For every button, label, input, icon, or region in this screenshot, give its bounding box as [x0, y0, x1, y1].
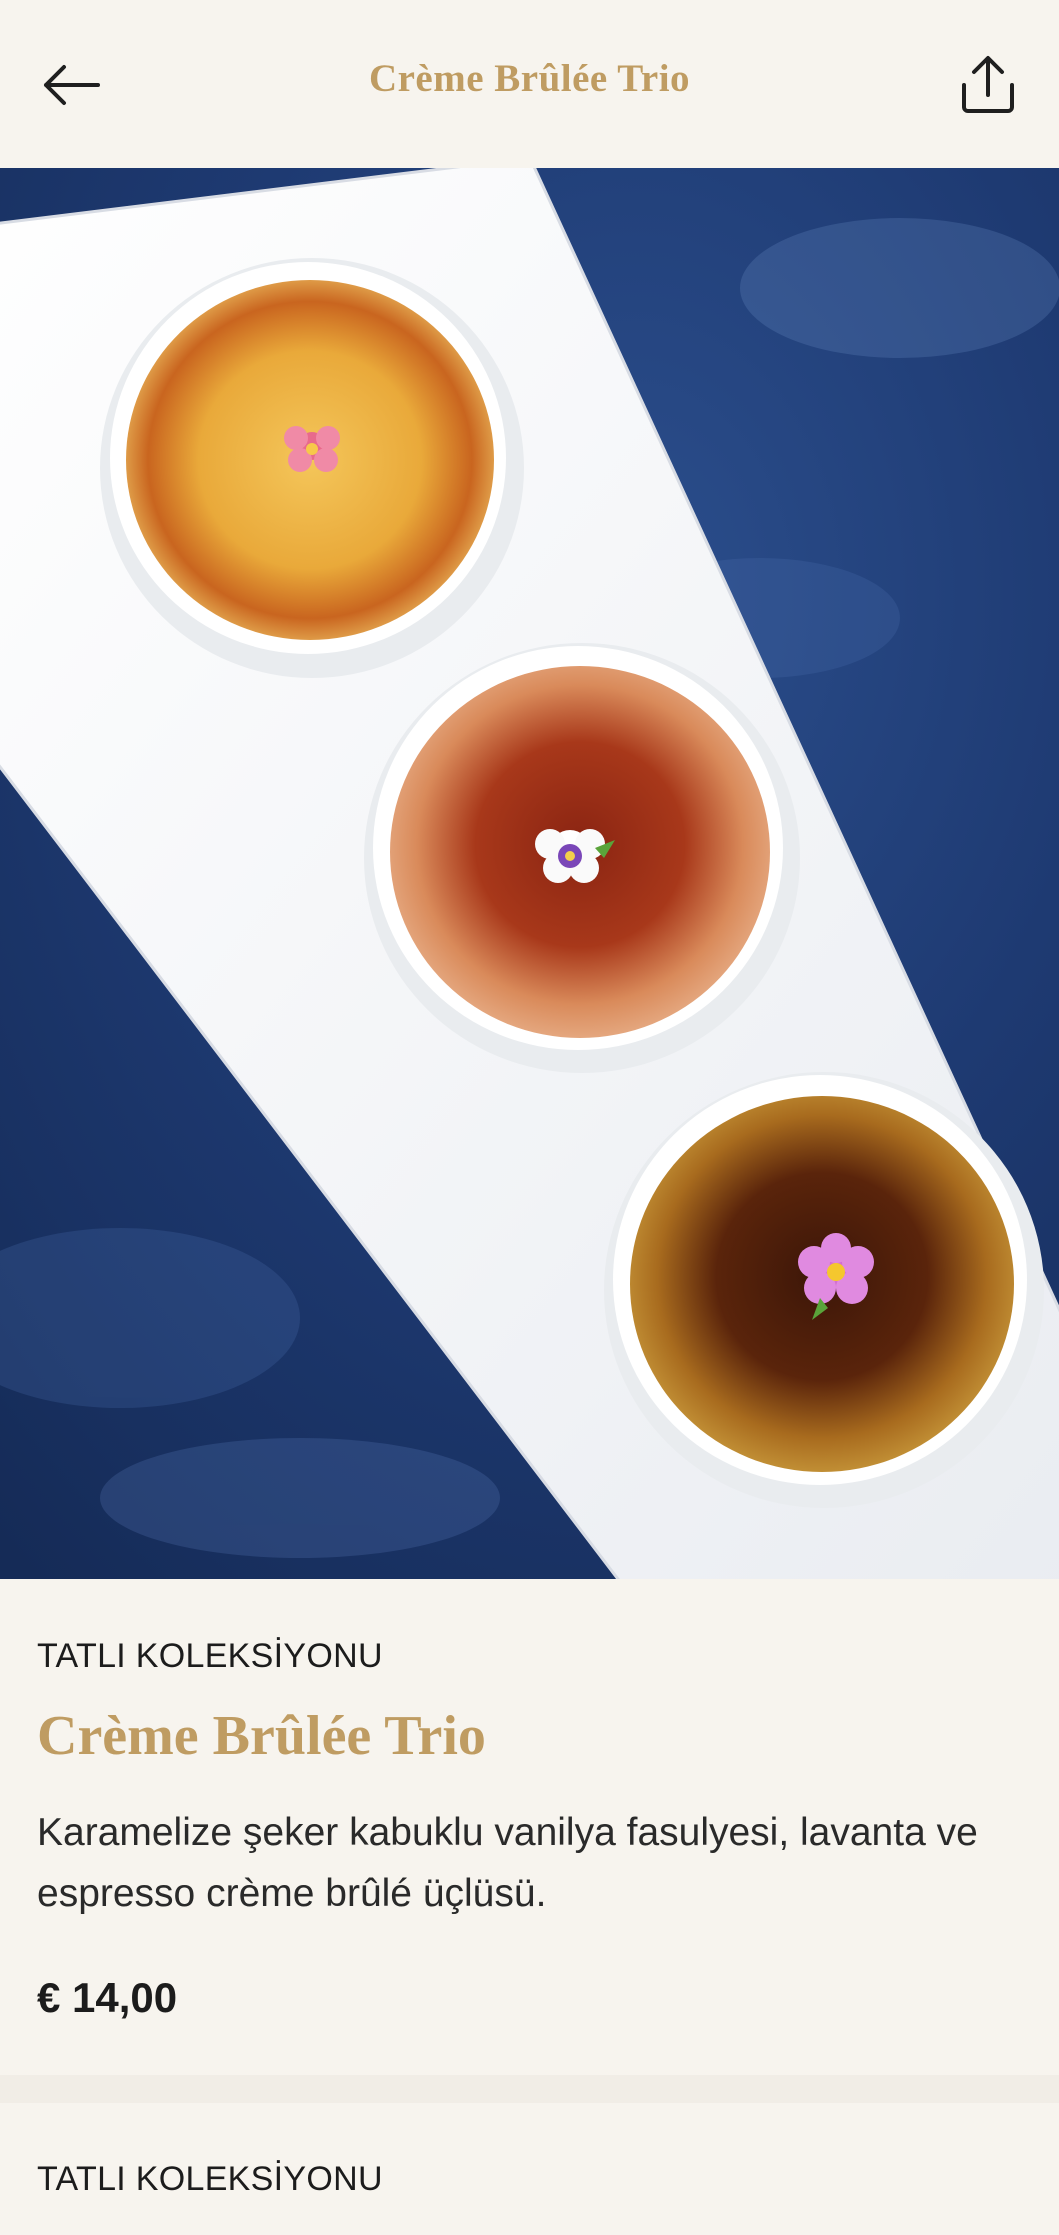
product-title: Crème Brûlée Trio — [37, 1705, 486, 1767]
product-hero-image — [0, 168, 1059, 1579]
next-collection-label: TATLI KOLEKSİYONU — [37, 2160, 383, 2198]
next-product-card[interactable]: TATLI KOLEKSİYONU — [0, 2103, 1059, 2235]
product-details: TATLI KOLEKSİYONU Crème Brûlée Trio Kara… — [0, 1579, 1059, 2075]
ramekin-espresso — [604, 1072, 1044, 1508]
ramekin-lavender — [364, 643, 800, 1073]
product-description: Karamelize şeker kabuklu vanilya fasulye… — [37, 1811, 978, 1915]
page-title: Crème Brûlée Trio — [368, 57, 691, 100]
collection-label: TATLI KOLEKSİYONU — [37, 1637, 383, 1675]
share-button[interactable] — [951, 48, 1025, 122]
section-divider — [0, 2075, 1059, 2103]
share-icon — [962, 56, 1014, 113]
ramekin-vanilla — [100, 258, 524, 678]
product-price: € 14,00 — [37, 1974, 178, 2021]
top-bar: Crème Brûlée Trio — [0, 0, 1059, 168]
